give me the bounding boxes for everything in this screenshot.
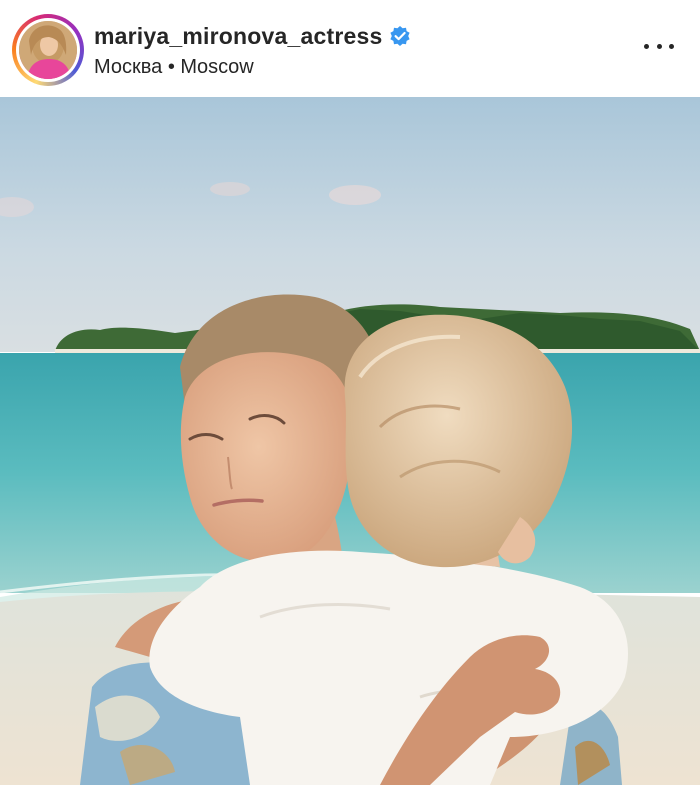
story-ring[interactable] <box>12 14 84 86</box>
profile-avatar[interactable] <box>19 21 77 79</box>
more-options-icon[interactable] <box>644 36 674 56</box>
post-photo[interactable] <box>0 97 700 785</box>
verified-badge-icon <box>389 25 411 47</box>
instagram-post: mariya_mironova_actress Москва • Moscow <box>0 0 700 785</box>
location-link[interactable]: Москва • Moscow <box>94 56 254 79</box>
post-header: mariya_mironova_actress Москва • Moscow <box>0 0 700 97</box>
username-link[interactable]: mariya_mironova_actress <box>94 23 382 50</box>
